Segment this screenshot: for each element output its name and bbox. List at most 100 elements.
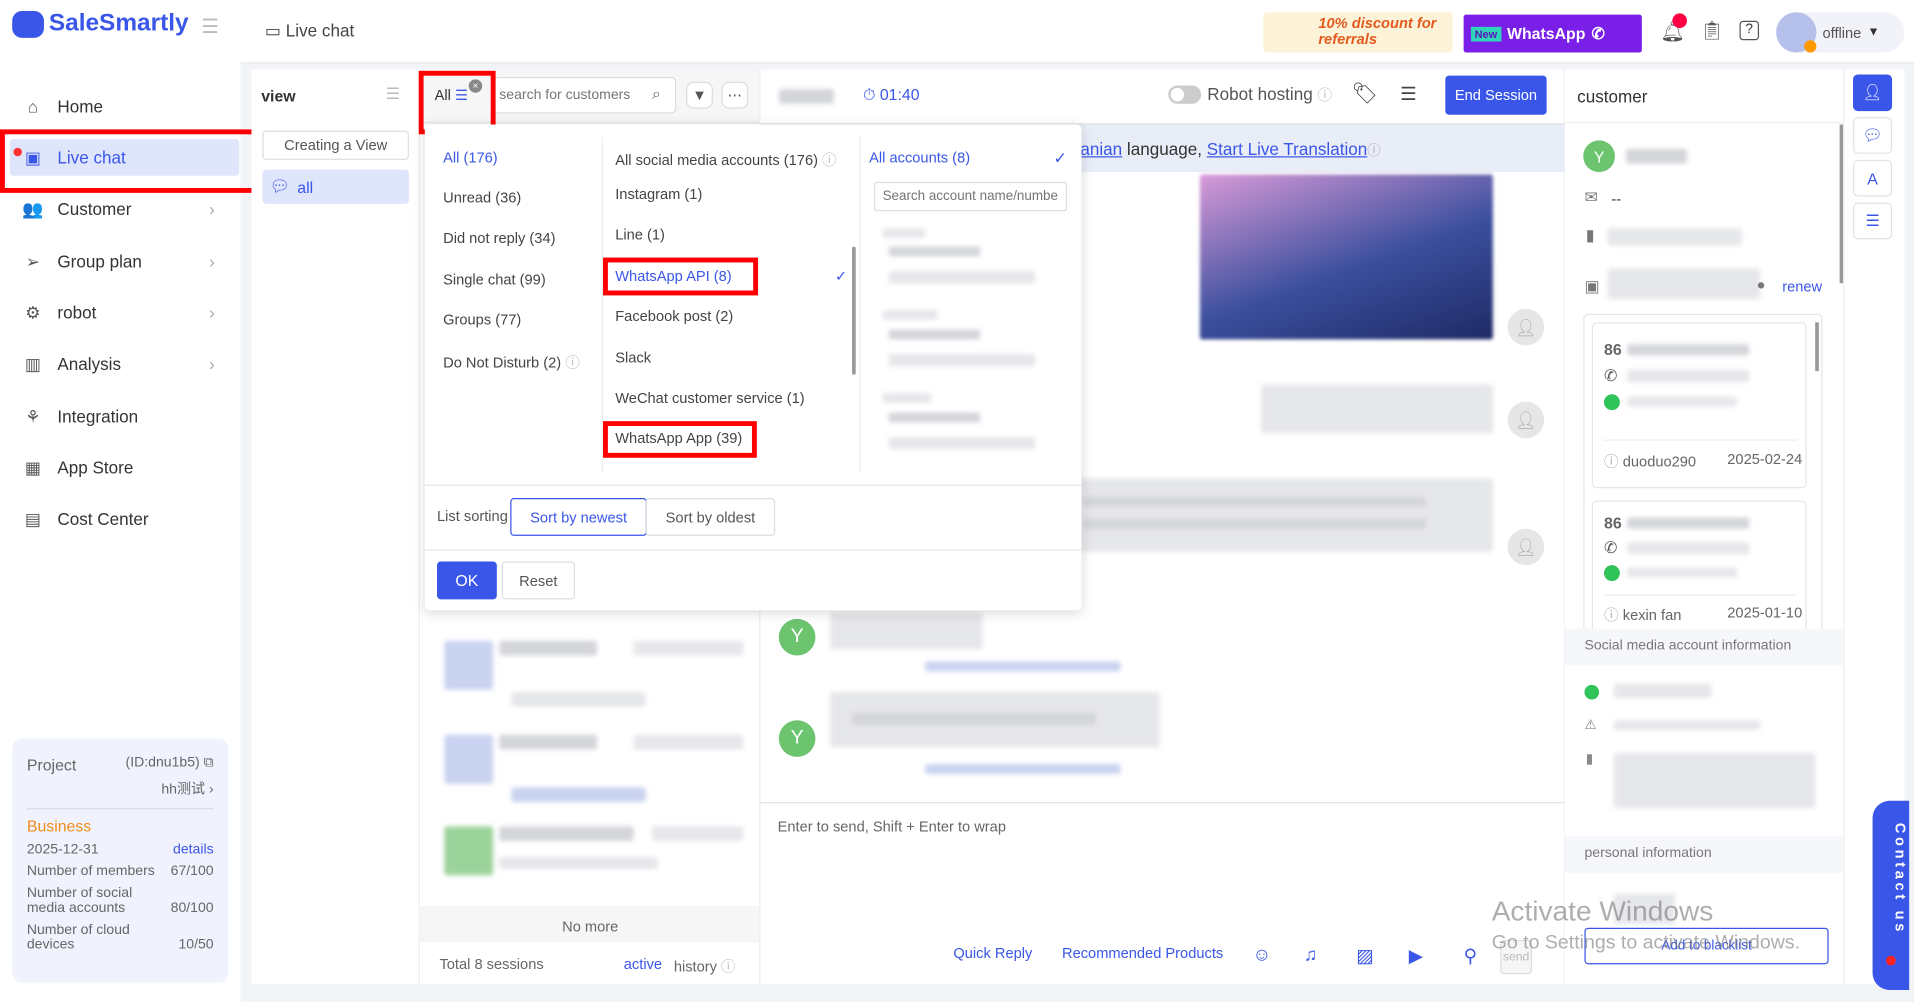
- sort-oldest-button[interactable]: Sort by oldest: [645, 498, 776, 536]
- collapse-menu-icon[interactable]: ☰: [201, 15, 219, 39]
- account-card[interactable]: 86 ✆ ⓘ kexin fan 2025-01-10: [1591, 500, 1807, 649]
- project-switcher[interactable]: hh测试 ›: [26, 779, 214, 810]
- account-cards-list: 86 ✆ ⓘ duoduo290 2025-02-24 86 ✆ ⓘ kexin…: [1583, 313, 1823, 650]
- help-icon[interactable]: ?: [1739, 20, 1760, 41]
- channel-slack[interactable]: Slack: [615, 349, 651, 366]
- topbar: ▭ Live chat 10% discount for referrals N…: [240, 0, 1914, 64]
- notes-icon[interactable]: ☰: [1853, 202, 1893, 240]
- notification-dot: [1885, 955, 1896, 966]
- agent-avatar: 👤︎: [1507, 528, 1545, 566]
- wallet-icon: ▤: [24, 508, 42, 528]
- channel-line[interactable]: Line (1): [615, 226, 665, 243]
- sidebar-item-robot[interactable]: ⚙ robot ›: [22, 294, 230, 331]
- highlight-box: [603, 421, 757, 458]
- channel-all[interactable]: All social media accounts (176) ⓘ: [615, 149, 836, 170]
- tab-active[interactable]: active: [624, 956, 662, 973]
- agent-avatar: 👤︎: [1507, 401, 1545, 439]
- filter-status-single[interactable]: Single chat (99): [443, 271, 546, 288]
- end-session-button[interactable]: End Session: [1445, 75, 1547, 115]
- tab-history[interactable]: history ⓘ: [674, 956, 736, 977]
- channel-scrollbar[interactable]: [852, 246, 856, 375]
- account-all[interactable]: All accounts (8): [869, 149, 970, 166]
- chat-bubble-icon: 💬︎: [269, 177, 290, 196]
- search-input[interactable]: [493, 76, 677, 114]
- image-message[interactable]: [1199, 174, 1493, 340]
- emoji-icon[interactable]: ☺: [1252, 945, 1271, 966]
- user-status-menu[interactable]: offline ▼: [1776, 12, 1905, 53]
- sort-newest-button[interactable]: Sort by newest: [510, 498, 647, 536]
- start-translation-link[interactable]: Start Live Translation: [1207, 139, 1368, 159]
- quick-reply-button[interactable]: Quick Reply: [953, 945, 1032, 962]
- audio-file-icon[interactable]: ♫: [1304, 945, 1318, 966]
- filter-status-all[interactable]: All (176): [443, 149, 498, 166]
- customer-avatar: Y: [1583, 140, 1615, 173]
- integration-icon: ⚘: [25, 405, 41, 426]
- account-card[interactable]: 86 ✆ ⓘ duoduo290 2025-02-24: [1591, 322, 1807, 489]
- view-panel: view ☰ Creating a View 💬︎ all: [251, 69, 419, 984]
- sidebar-item-customer[interactable]: 👥 Customer ›: [22, 190, 230, 227]
- sidebar-item-home[interactable]: ⌂ Home: [22, 88, 230, 125]
- brand-logo[interactable]: SaleSmartly: [12, 10, 189, 38]
- cards-scrollbar[interactable]: [1815, 322, 1819, 372]
- sidebar-item-cost-center[interactable]: ▤ Cost Center: [22, 500, 230, 537]
- reset-button[interactable]: Reset: [501, 561, 575, 600]
- recommended-products-button[interactable]: Recommended Products: [1062, 945, 1223, 962]
- whatsapp-banner[interactable]: New WhatsApp ✆: [1463, 14, 1642, 53]
- chevron-right-icon: ›: [209, 251, 215, 271]
- create-view-button[interactable]: Creating a View: [262, 130, 409, 160]
- filter-status-unread[interactable]: Unread (36): [443, 189, 521, 206]
- avatar: [1776, 12, 1817, 53]
- customer-profile-icon[interactable]: 👤︎: [1853, 74, 1893, 112]
- more-button[interactable]: ⋯: [721, 81, 749, 109]
- channel-facebook-post[interactable]: Facebook post (2): [615, 308, 733, 325]
- info-icon[interactable]: ●: [1757, 276, 1766, 293]
- attachment-icon[interactable]: ⚲: [1464, 945, 1477, 967]
- search-icon[interactable]: ⌕: [652, 84, 661, 104]
- account-search-input[interactable]: [874, 181, 1067, 212]
- plan-name: Business: [26, 816, 92, 835]
- chat-notes-icon[interactable]: 💬︎: [1853, 117, 1893, 154]
- channel-instagram[interactable]: Instagram (1): [615, 186, 702, 203]
- tag-icon[interactable]: 🏷︎: [1351, 82, 1377, 106]
- sidebar-item-group-plan[interactable]: ➢ Group plan ›: [22, 243, 230, 280]
- view-menu-icon[interactable]: ☰: [386, 84, 400, 104]
- check-icon: ✓: [834, 267, 848, 285]
- add-to-blacklist-button[interactable]: Add to blacklist: [1584, 927, 1829, 965]
- robot-logo-icon: [12, 10, 44, 38]
- bookmark-icon: ▮: [1585, 751, 1594, 767]
- filter-button[interactable]: ▼: [686, 81, 713, 109]
- phone-icon: ▮: [1585, 225, 1595, 245]
- clipboard-icon[interactable]: 📋︎: [1700, 20, 1723, 42]
- page-title: Live chat: [285, 20, 355, 41]
- referral-banner[interactable]: 10% discount for referrals: [1263, 12, 1453, 53]
- ok-button[interactable]: OK: [437, 561, 497, 600]
- message-input[interactable]: Enter to send, Shift + Enter to wrap: [778, 818, 1006, 835]
- help-icon[interactable]: ⓘ: [1317, 87, 1332, 104]
- translate-icon[interactable]: A: [1853, 159, 1893, 197]
- filter-status-not-replied[interactable]: Did not reply (34): [443, 229, 555, 246]
- filter-dropdown: All (176) Unread (36) Did not reply (34)…: [424, 124, 1082, 611]
- robot-icon: ⚙: [25, 302, 41, 322]
- copy-icon[interactable]: ⧉: [200, 756, 214, 771]
- renew-link[interactable]: renew: [1782, 278, 1822, 295]
- filter-status-groups[interactable]: Groups (77): [443, 311, 521, 328]
- view-item-all[interactable]: 💬︎ all: [262, 169, 409, 204]
- help-icon: ⓘ: [721, 958, 736, 976]
- search-history-icon[interactable]: ☰: [1400, 83, 1416, 105]
- sidebar-item-integration[interactable]: ⚘ Integration: [22, 398, 230, 435]
- sidebar-item-analysis[interactable]: ▥ Analysis ›: [22, 345, 230, 382]
- live-chat-icon: ▭: [264, 20, 282, 41]
- robot-hosting-toggle[interactable]: [1168, 85, 1202, 104]
- user-icon: ⓘ: [1603, 452, 1619, 470]
- video-icon[interactable]: ▶: [1409, 945, 1423, 967]
- check-icon: ✓: [1053, 148, 1067, 168]
- info-icon: ⓘ: [565, 354, 580, 372]
- details-link[interactable]: details: [173, 842, 214, 857]
- phone-icon: ✆: [1603, 366, 1618, 385]
- filter-status-dnd[interactable]: Do Not Disturb (2) ⓘ: [443, 352, 580, 373]
- send-button[interactable]: send: [1500, 939, 1532, 975]
- sidebar-item-app-store[interactable]: ▦ App Store: [22, 449, 230, 486]
- whatsapp-icon: ✆: [1591, 23, 1605, 43]
- image-icon[interactable]: ▨: [1356, 945, 1373, 967]
- channel-wechat[interactable]: WeChat customer service (1): [615, 389, 804, 406]
